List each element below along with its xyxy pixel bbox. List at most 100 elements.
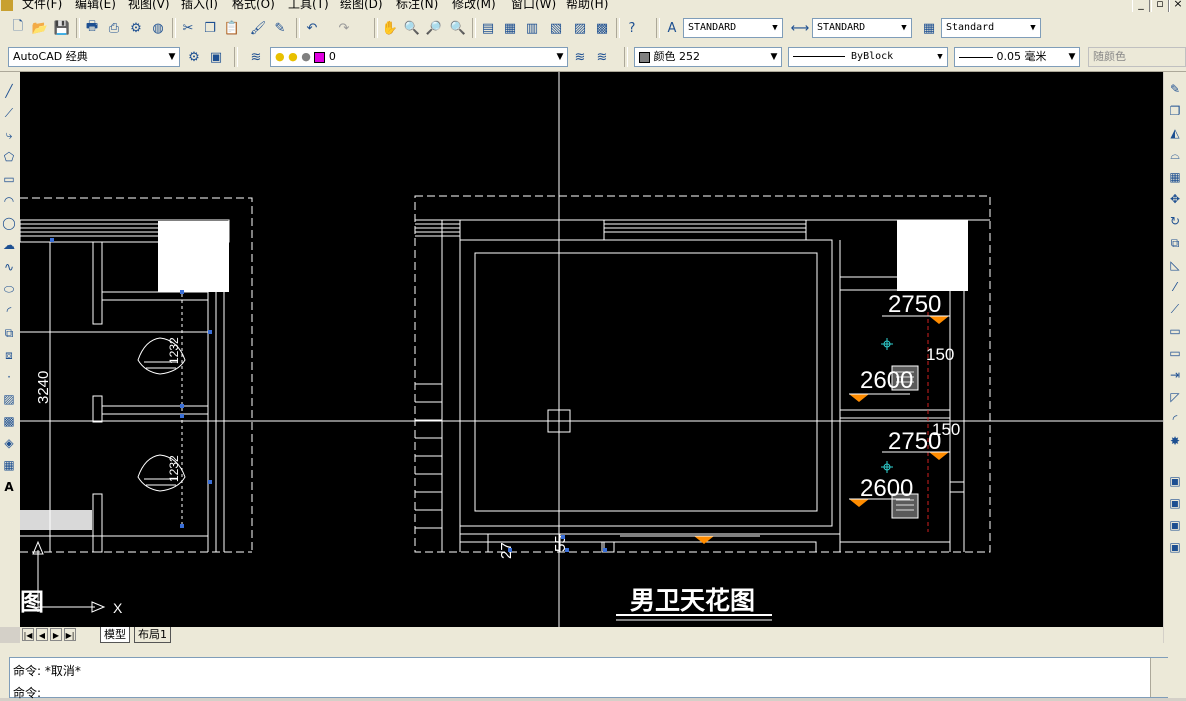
workspace-settings-icon[interactable]: ⚙ <box>184 47 204 67</box>
copy-icon[interactable]: ❐ <box>200 18 220 38</box>
print-preview-icon[interactable]: ⎙ <box>104 18 124 38</box>
properties-icon[interactable]: ▤ <box>478 18 498 38</box>
print-icon[interactable]: 🖶 <box>82 18 102 38</box>
layer-manager-icon[interactable]: ≋ <box>246 47 266 67</box>
arc-icon[interactable]: ◠ <box>0 192 18 210</box>
table-style-select[interactable]: Standard ▼ <box>941 18 1041 38</box>
cut-icon[interactable]: ✂ <box>178 18 198 38</box>
scale-icon[interactable]: ⧉ <box>1166 234 1184 252</box>
menu-format[interactable]: 格式(O) <box>232 0 275 11</box>
restore-button[interactable]: ▫ <box>1151 0 1169 12</box>
polygon-icon[interactable]: ⬠ <box>0 148 18 166</box>
draworder-front-icon[interactable]: ▣ <box>1166 472 1184 490</box>
tab-model[interactable]: 模型 <box>100 627 130 643</box>
menu-help[interactable]: 帮助(H) <box>566 0 608 11</box>
linetype-select[interactable]: ByBlock ▼ <box>788 47 948 67</box>
close-button[interactable]: × <box>1169 0 1186 12</box>
break-icon[interactable]: ▭ <box>1166 344 1184 362</box>
menu-edit[interactable]: 编辑(E) <box>75 0 116 11</box>
redo-icon[interactable]: ↷ <box>334 18 354 38</box>
menu-draw[interactable]: 绘图(D) <box>340 0 383 11</box>
zoom-realtime-icon[interactable]: 🔍 <box>402 18 422 38</box>
block-editor-icon[interactable]: ✎ <box>270 18 290 38</box>
open-file-icon[interactable]: 📂 <box>30 18 50 38</box>
rectangle-icon[interactable]: ▭ <box>0 170 18 188</box>
tab-layout1[interactable]: 布局1 <box>134 627 171 643</box>
draworder-above-icon[interactable]: ▣ <box>1166 516 1184 534</box>
menu-window[interactable]: 窗口(W) <box>511 0 556 11</box>
menu-file[interactable]: 文件(F) <box>22 0 62 11</box>
construction-line-icon[interactable]: ⟋ <box>0 104 18 122</box>
revision-cloud-icon[interactable]: ☁ <box>0 236 18 254</box>
erase-icon[interactable]: ✎ <box>1166 80 1184 98</box>
zoom-previous-icon[interactable]: 🔍 <box>448 18 468 38</box>
array-icon[interactable]: ▦ <box>1166 168 1184 186</box>
undo-icon[interactable]: ↶ <box>302 18 322 38</box>
command-prompt[interactable]: 命令: <box>13 684 41 701</box>
spline-icon[interactable]: ∿ <box>0 258 18 276</box>
text-style-select[interactable]: STANDARD ▼ <box>683 18 783 38</box>
circle-icon[interactable]: ◯ <box>0 214 18 232</box>
explode-icon[interactable]: ✸ <box>1166 432 1184 450</box>
layer-select[interactable]: ● ● ● 0 ▼ <box>270 47 568 67</box>
chamfer-icon[interactable]: ◸ <box>1166 388 1184 406</box>
save-icon[interactable]: 💾 <box>52 18 72 38</box>
draworder-back-icon[interactable]: ▣ <box>1166 494 1184 512</box>
insert-block-icon[interactable]: ⧉ <box>0 324 18 342</box>
make-layer-current-icon[interactable]: ≋ <box>570 47 590 67</box>
drawing-canvas[interactable]: 3240 1232 1232 X 图 2750 2600 2750 2600 1… <box>20 72 1163 627</box>
publish-icon[interactable]: ⚙ <box>126 18 146 38</box>
plotstyle-select[interactable]: 随颜色 <box>1088 47 1186 67</box>
layer-previous-icon[interactable]: ≋ <box>592 47 612 67</box>
help-icon[interactable]: ? <box>622 18 642 38</box>
draworder-under-icon[interactable]: ▣ <box>1166 538 1184 556</box>
next-tab-icon[interactable]: ▶ <box>50 628 62 641</box>
extend-icon[interactable]: ⟋ <box>1166 300 1184 318</box>
sheet-set-icon[interactable]: ▧ <box>546 18 566 38</box>
rotate-icon[interactable]: ↻ <box>1166 212 1184 230</box>
line-icon[interactable]: ╱ <box>0 82 18 100</box>
multiline-text-icon[interactable]: A <box>0 478 18 496</box>
point-icon[interactable]: · <box>0 368 18 386</box>
tool-palettes-icon[interactable]: ▥ <box>522 18 542 38</box>
break-at-point-icon[interactable]: ▭ <box>1166 322 1184 340</box>
menu-insert[interactable]: 插入(I) <box>181 0 218 11</box>
3d-dwf-icon[interactable]: ◍ <box>148 18 168 38</box>
minimize-button[interactable]: _ <box>1132 0 1150 12</box>
offset-icon[interactable]: ⌓ <box>1166 146 1184 164</box>
region-icon[interactable]: ◈ <box>0 434 18 452</box>
ellipse-icon[interactable]: ⬭ <box>0 280 18 298</box>
zoom-window-icon[interactable]: 🔎 <box>424 18 444 38</box>
copy-object-icon[interactable]: ❐ <box>1166 102 1184 120</box>
ellipse-arc-icon[interactable]: ◜ <box>0 302 18 320</box>
stretch-icon[interactable]: ◺ <box>1166 256 1184 274</box>
last-tab-icon[interactable]: ▶| <box>64 628 76 641</box>
table-icon[interactable]: ▦ <box>0 456 18 474</box>
autocad-app-icon[interactable] <box>1 0 13 11</box>
polyline-icon[interactable]: ⤷ <box>0 126 18 144</box>
menu-view[interactable]: 视图(V) <box>128 0 170 11</box>
workspace-save-icon[interactable]: ▣ <box>206 47 226 67</box>
workspace-select[interactable]: AutoCAD 经典 ▼ <box>8 47 180 67</box>
calculator-icon[interactable]: ▩ <box>592 18 612 38</box>
command-history[interactable]: 命令: *取消* 命令: <box>9 657 1168 701</box>
markup-icon[interactable]: ▨ <box>570 18 590 38</box>
paste-icon[interactable]: 📋 <box>222 18 242 38</box>
color-select[interactable]: 颜色 252 ▼ <box>634 47 782 67</box>
make-block-icon[interactable]: ⧈ <box>0 346 18 364</box>
pan-icon[interactable]: ✋ <box>380 18 400 38</box>
trim-icon[interactable]: ⁄ <box>1166 278 1184 296</box>
first-tab-icon[interactable]: |◀ <box>22 628 34 641</box>
command-scrollbar[interactable] <box>1150 658 1168 697</box>
menu-modify[interactable]: 修改(M) <box>452 0 496 11</box>
hatch-icon[interactable]: ▨ <box>0 390 18 408</box>
fillet-icon[interactable]: ◜ <box>1166 410 1184 428</box>
dim-style-select[interactable]: STANDARD ▼ <box>812 18 912 38</box>
menu-tools[interactable]: 工具(T) <box>288 0 329 11</box>
lineweight-select[interactable]: 0.05 毫米 ▼ <box>954 47 1080 67</box>
join-icon[interactable]: ⇥ <box>1166 366 1184 384</box>
mirror-icon[interactable]: ◭ <box>1166 124 1184 142</box>
match-properties-icon[interactable]: 🖌 <box>248 18 268 38</box>
design-center-icon[interactable]: ▦ <box>500 18 520 38</box>
gradient-icon[interactable]: ▩ <box>0 412 18 430</box>
